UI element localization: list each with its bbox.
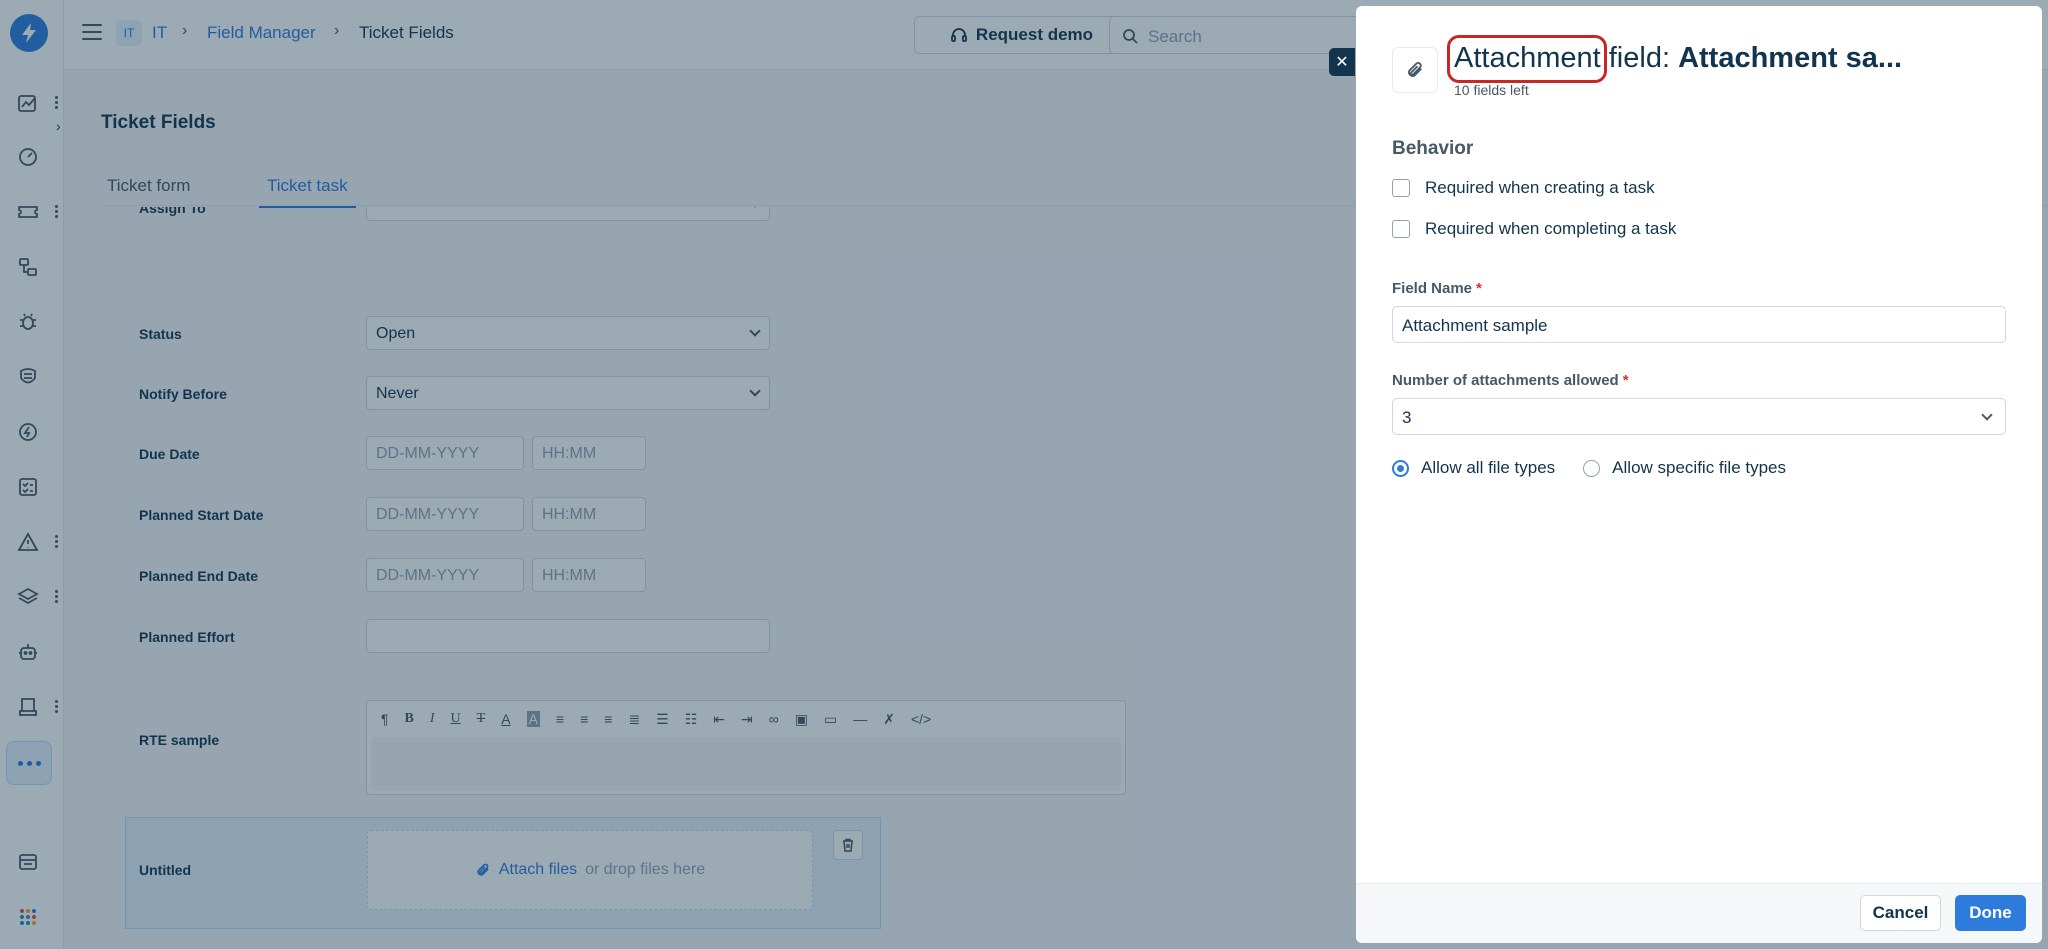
field-name-label: Field Name * [1392, 280, 1482, 297]
allow-all-label[interactable]: Allow all file types [1421, 458, 1555, 478]
paperclip-icon [1392, 47, 1438, 93]
num-attachments-label: Number of attachments allowed * [1392, 372, 1629, 389]
num-attachments-select[interactable]: 3 [1392, 398, 2006, 435]
close-icon: ✕ [1335, 54, 1349, 71]
title-field-type: Attachment [1454, 42, 1601, 74]
field-name-input[interactable]: Attachment sample [1392, 306, 2006, 343]
chevron-down-icon [1981, 409, 1993, 421]
title-mid: field: [1600, 42, 1679, 74]
required-completing-checkbox[interactable]: Required when completing a task [1392, 219, 1676, 239]
checkbox-box[interactable] [1392, 220, 1410, 238]
required-completing-label: Required when completing a task [1425, 219, 1677, 238]
required-creating-checkbox[interactable]: Required when creating a task [1392, 178, 1655, 198]
fields-left-count: 10 fields left [1454, 82, 1529, 98]
close-drawer-button[interactable]: ✕ [1329, 48, 1355, 76]
done-button[interactable]: Done [1955, 895, 2026, 931]
drawer-title: Attachment field: Attachment sa... [1454, 42, 1902, 75]
file-type-radio-group: Allow all file types Allow specific file… [1392, 458, 1786, 478]
allow-specific-label[interactable]: Allow specific file types [1612, 458, 1786, 478]
cancel-button[interactable]: Cancel [1860, 895, 1941, 931]
attachment-field-drawer: Attachment field: Attachment sa... 10 fi… [1356, 6, 2042, 943]
title-field-name: Attachment sa... [1678, 42, 1903, 74]
drawer-footer: Cancel Done [1356, 883, 2042, 943]
num-attachments-value: 3 [1402, 408, 1412, 427]
allow-all-radio[interactable] [1392, 459, 1409, 477]
checkbox-box[interactable] [1392, 179, 1410, 197]
behavior-heading: Behavior [1392, 138, 1474, 159]
required-creating-label: Required when creating a task [1425, 178, 1655, 197]
allow-specific-radio[interactable] [1583, 459, 1601, 477]
